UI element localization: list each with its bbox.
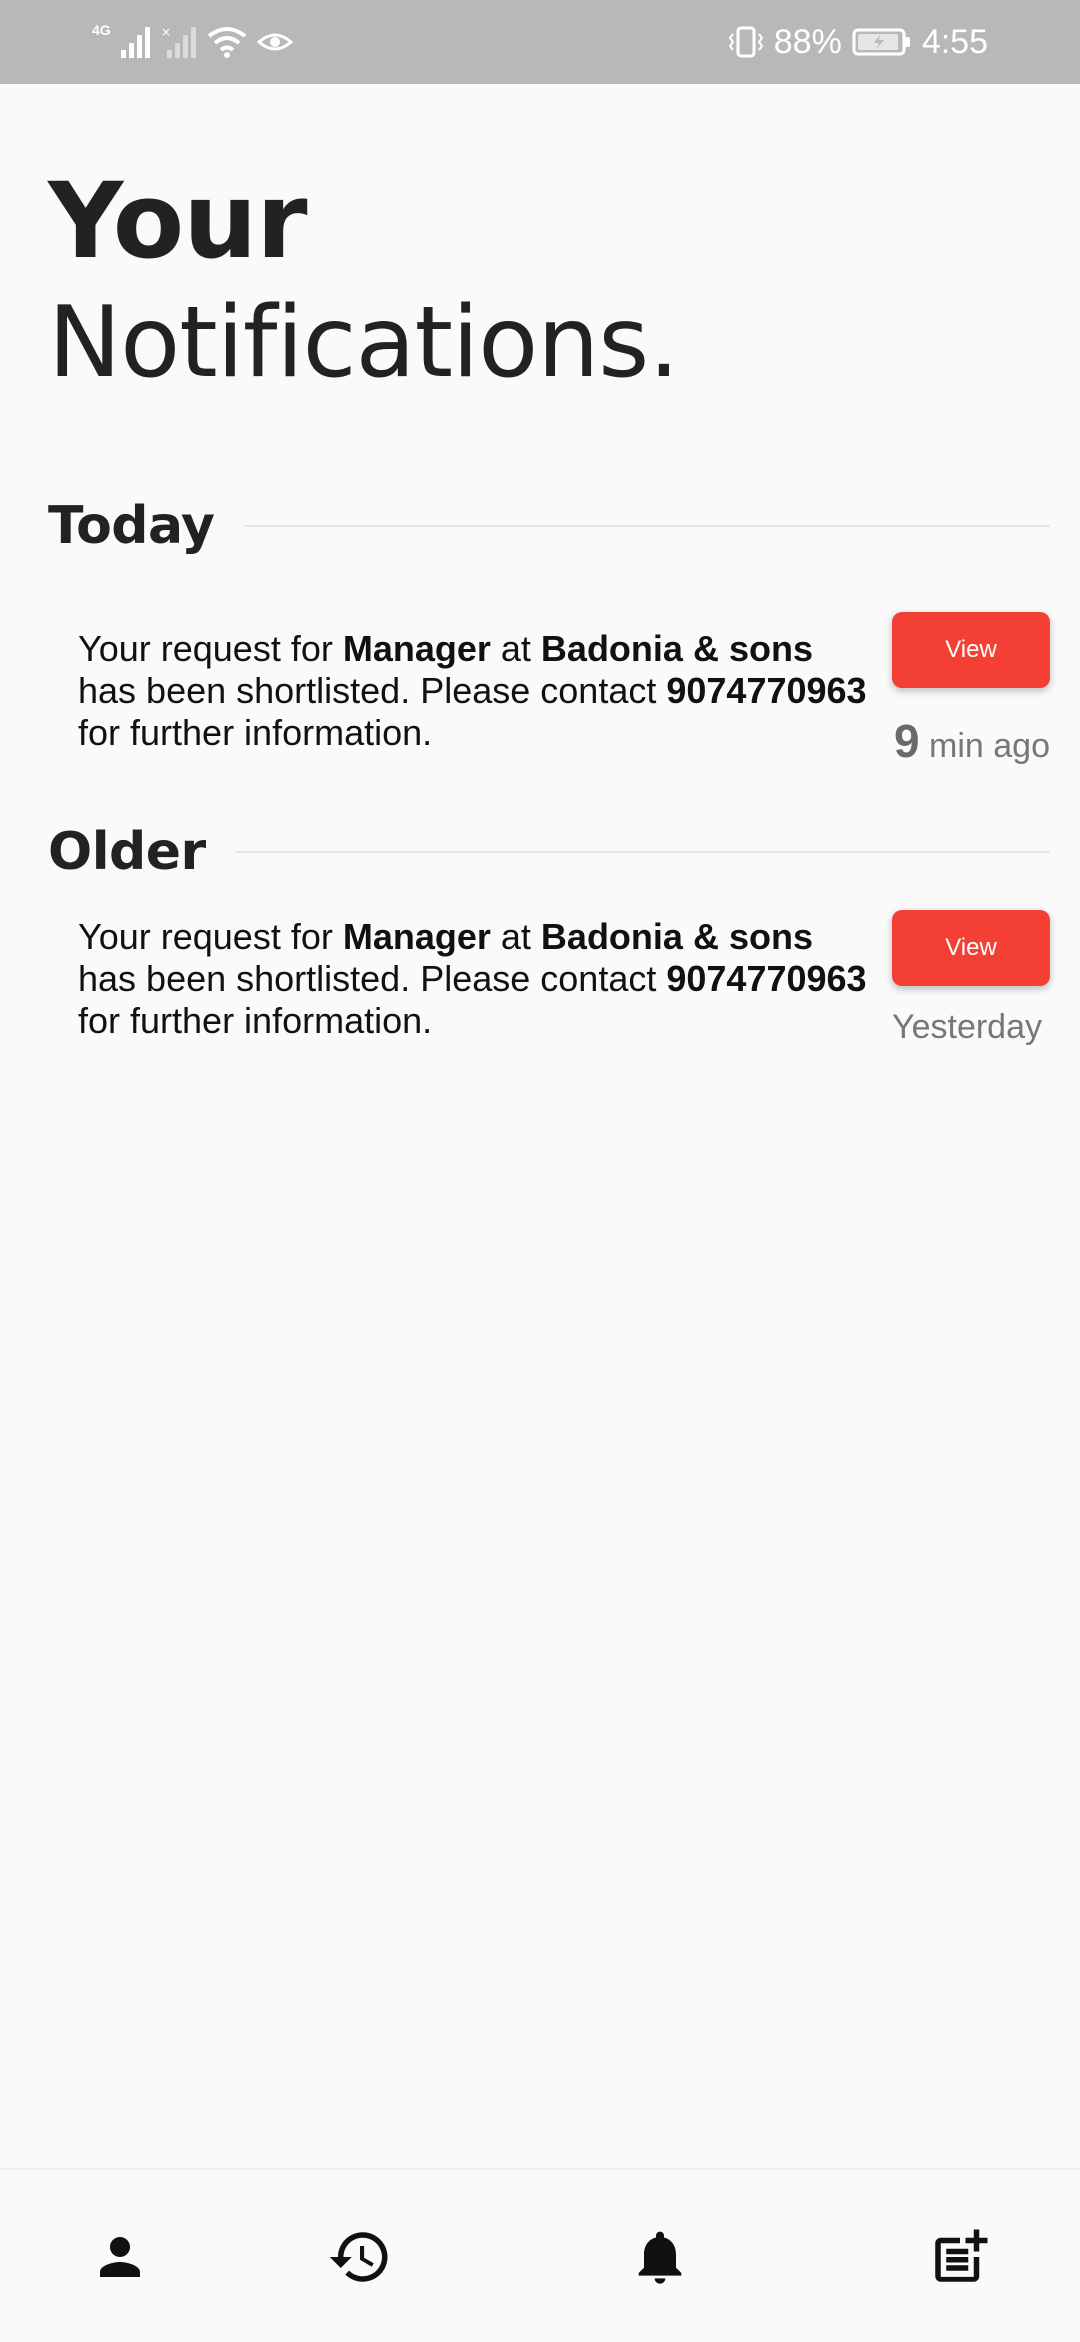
section-label: Today (48, 496, 215, 556)
status-left-icons: 4G × (92, 18, 293, 66)
notification-time: Yesterday (892, 1008, 1042, 1046)
signal-icon (120, 27, 150, 58)
nav-history[interactable] (325, 2222, 395, 2292)
message-text: at (490, 628, 541, 669)
section-divider (235, 851, 1050, 853)
view-button[interactable]: View (892, 612, 1050, 688)
notification-message: Your request for Manager at Badonia & so… (78, 916, 878, 1042)
nav-profile[interactable] (85, 2222, 155, 2292)
status-bar: 4G × 88% 4:55 (0, 0, 1080, 84)
post-add-icon (935, 2229, 988, 2282)
message-phone: 9074770963 (666, 670, 867, 711)
notification-item: Your request for Manager at Badonia & so… (78, 910, 1078, 1066)
message-text: for further information. (78, 712, 433, 753)
nav-notifications[interactable] (625, 2222, 695, 2292)
network-type-label: 4G (92, 22, 111, 38)
bottom-navigation (0, 2168, 1080, 2342)
wifi-icon (207, 27, 246, 58)
notification-time: 9 min ago (894, 714, 1050, 768)
section-divider (244, 525, 1050, 527)
signal-off-icon: × (161, 26, 196, 58)
notification-message: Your request for Manager at Badonia & so… (78, 628, 878, 754)
battery-icon (852, 28, 910, 56)
bell-icon (638, 2231, 682, 2284)
time-unit: min ago (919, 727, 1050, 765)
message-phone: 9074770963 (666, 958, 867, 999)
section-older-heading: Older (48, 822, 1050, 882)
status-right-icons: 88% 4:55 (728, 18, 988, 66)
history-icon (329, 2232, 388, 2282)
message-text: has been shortlisted. Please contact (78, 958, 667, 999)
message-text: at (490, 916, 541, 957)
clock: 4:55 (921, 23, 988, 61)
nav-post-add[interactable] (925, 2222, 995, 2292)
person-icon (100, 2237, 140, 2277)
time-number: 9 (894, 715, 920, 767)
message-text: has been shortlisted. Please contact (78, 670, 667, 711)
eye-icon (256, 33, 293, 51)
message-company: Badonia & sons (540, 628, 813, 669)
message-role: Manager (342, 916, 491, 957)
page-title-line1: Your (48, 160, 308, 282)
message-role: Manager (342, 628, 491, 669)
section-label: Older (48, 822, 206, 882)
section-today-heading: Today (48, 496, 1050, 556)
svg-text:×: × (161, 26, 171, 39)
view-button[interactable]: View (892, 910, 1050, 986)
battery-percent: 88% (773, 23, 842, 61)
notification-item: Your request for Manager at Badonia & so… (78, 612, 1078, 778)
message-text: for further information. (78, 1000, 433, 1041)
message-text: Your request for (78, 628, 343, 669)
message-text: Your request for (78, 916, 343, 957)
page-header: Your Notifications. (48, 160, 680, 404)
page-title-line2: Notifications. (48, 286, 680, 400)
message-company: Badonia & sons (540, 916, 813, 957)
vibrate-icon (728, 26, 763, 58)
